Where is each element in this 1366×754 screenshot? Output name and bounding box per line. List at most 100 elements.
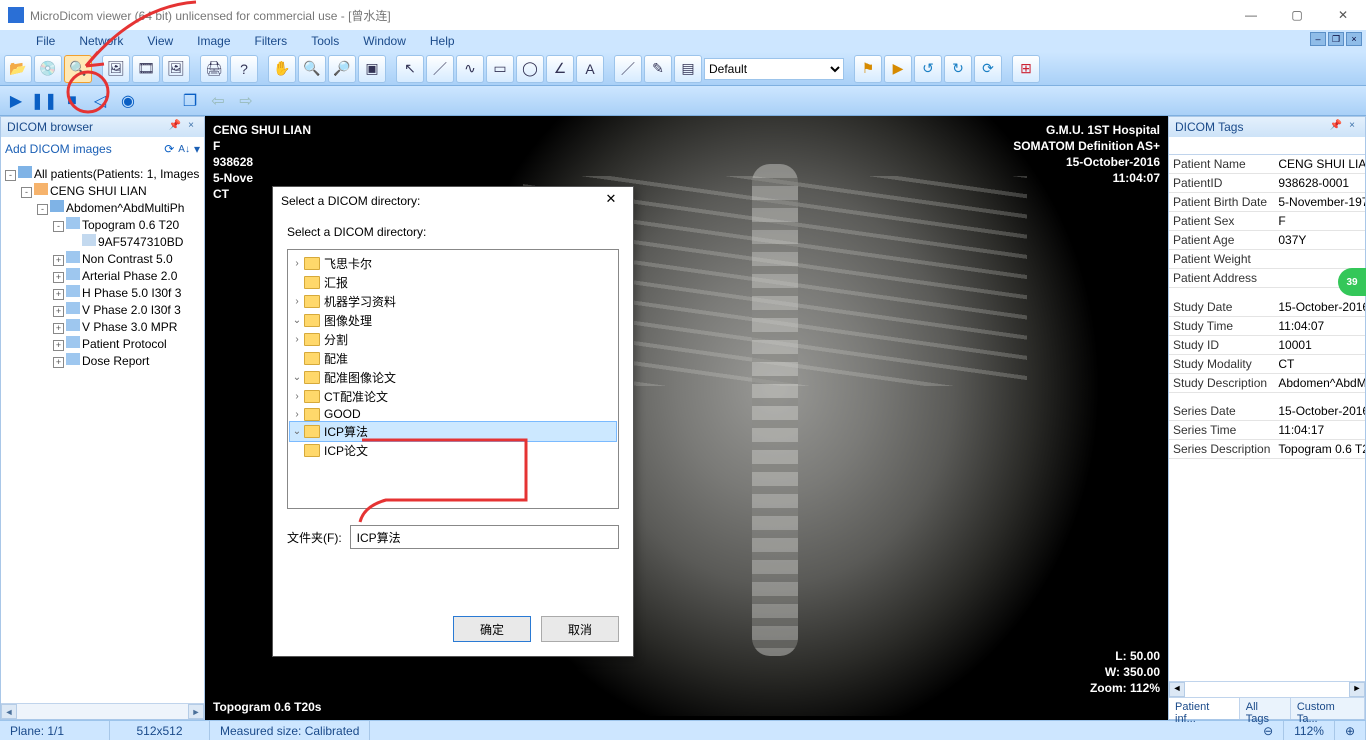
- tag-row[interactable]: Study ModalityCT: [1169, 354, 1365, 373]
- pencil-icon[interactable]: ✎: [644, 55, 672, 83]
- probe-icon[interactable]: ／: [614, 55, 642, 83]
- image-icon[interactable]: 🖼: [102, 55, 130, 83]
- flag-icon[interactable]: ⚑: [854, 55, 882, 83]
- tree-node[interactable]: -Topogram 0.6 T20: [3, 216, 202, 233]
- tag-row[interactable]: Patient SexF: [1169, 212, 1365, 231]
- tree-node[interactable]: 9AF5747310BD: [3, 233, 202, 250]
- pin-icon[interactable]: 📌: [1329, 120, 1343, 134]
- tag-row[interactable]: Patient Weight: [1169, 250, 1365, 269]
- folder-node[interactable]: ⌄配准图像论文: [290, 368, 616, 387]
- series-icon[interactable]: ❐: [178, 89, 202, 113]
- preset-edit-icon[interactable]: ▤: [674, 55, 702, 83]
- ellipse-icon[interactable]: ◯: [516, 55, 544, 83]
- add-images-button[interactable]: Add DICOM images: [5, 142, 112, 156]
- mdi-close[interactable]: ×: [1346, 32, 1362, 46]
- hand-icon[interactable]: ✋: [268, 55, 296, 83]
- tree-node[interactable]: +V Phase 3.0 MPR: [3, 318, 202, 335]
- rect-icon[interactable]: ▭: [486, 55, 514, 83]
- menu-image[interactable]: Image: [187, 32, 240, 50]
- menu-network[interactable]: Network: [69, 32, 133, 50]
- refresh-icon[interactable]: ⟳: [164, 142, 174, 156]
- folder-node[interactable]: 配准: [290, 349, 616, 368]
- export-icon[interactable]: 🖼: [162, 55, 190, 83]
- text-icon[interactable]: A: [576, 55, 604, 83]
- menu-view[interactable]: View: [137, 32, 183, 50]
- menu-help[interactable]: Help: [420, 32, 465, 50]
- tree-node[interactable]: -CENG SHUI LIAN: [3, 182, 202, 199]
- menu-filters[interactable]: Filters: [245, 32, 298, 50]
- tree-node[interactable]: +Patient Protocol: [3, 335, 202, 352]
- tab-all-tags[interactable]: All Tags: [1240, 698, 1291, 719]
- folder-tree[interactable]: ›飞思卡尔汇报›机器学习资料⌄图像处理›分割配准⌄配准图像论文›CT配准论文›G…: [287, 249, 619, 509]
- mdi-restore[interactable]: ❐: [1328, 32, 1344, 46]
- preset-select[interactable]: Default: [704, 58, 844, 80]
- tree-node[interactable]: +Arterial Phase 2.0: [3, 267, 202, 284]
- scan-directory-icon[interactable]: 🔍: [64, 55, 92, 83]
- tab-patient-info[interactable]: Patient inf...: [1169, 698, 1240, 719]
- tree-scrollbar[interactable]: ◄►: [1, 703, 204, 719]
- prev-frame-icon[interactable]: ◁: [88, 89, 112, 113]
- folder-node[interactable]: ⌄ICP算法: [290, 422, 616, 441]
- tree-node[interactable]: +V Phase 2.0 I30f 3: [3, 301, 202, 318]
- refresh-icon[interactable]: ⟳: [974, 55, 1002, 83]
- pause-icon[interactable]: ❚❚: [32, 89, 56, 113]
- tag-grid[interactable]: Patient NameCENG SHUI LIANPatientID93862…: [1169, 155, 1365, 681]
- close-button[interactable]: ✕: [1320, 0, 1366, 30]
- freehand-icon[interactable]: ∿: [456, 55, 484, 83]
- pointer-icon[interactable]: ↖: [396, 55, 424, 83]
- menu-window[interactable]: Window: [353, 32, 416, 50]
- folder-node[interactable]: ›飞思卡尔: [290, 254, 616, 273]
- tag-row[interactable]: Patient Address: [1169, 269, 1365, 288]
- maximize-button[interactable]: ▢: [1274, 0, 1320, 30]
- next-frame-icon[interactable]: ◉: [116, 89, 140, 113]
- tag-row[interactable]: Patient Birth Date5-November-1978: [1169, 193, 1365, 212]
- help-icon[interactable]: ?: [230, 55, 258, 83]
- line-icon[interactable]: ／: [426, 55, 454, 83]
- tree-node[interactable]: +H Phase 5.0 I30f 3: [3, 284, 202, 301]
- tag-row[interactable]: Series DescriptionTopogram 0.6 T2: [1169, 440, 1365, 459]
- zoom-in-icon[interactable]: ⊕: [1335, 721, 1366, 740]
- sort-icon[interactable]: A↓: [178, 144, 190, 155]
- zoom-region-icon[interactable]: 🔎: [328, 55, 356, 83]
- panel-close-icon[interactable]: ×: [1345, 120, 1359, 134]
- menu-tools[interactable]: Tools: [301, 32, 349, 50]
- tree-node[interactable]: -Abdomen^AbdMultiPh: [3, 199, 202, 216]
- play2-icon[interactable]: ▶: [884, 55, 912, 83]
- tree-node[interactable]: +Dose Report: [3, 352, 202, 369]
- tag-row[interactable]: Series Time11:04:17: [1169, 421, 1365, 440]
- tag-row[interactable]: PatientID938628-0001: [1169, 174, 1365, 193]
- tab-custom-tags[interactable]: Custom Ta...: [1291, 698, 1365, 719]
- tag-row[interactable]: Study Date15-October-2016: [1169, 298, 1365, 317]
- stop-icon[interactable]: ■: [60, 89, 84, 113]
- mdi-minimize[interactable]: –: [1310, 32, 1326, 46]
- dropdown-icon[interactable]: ▾: [194, 142, 200, 156]
- play-icon[interactable]: ▶: [4, 89, 28, 113]
- folder-node[interactable]: ICP论文: [290, 441, 616, 460]
- back-icon[interactable]: ⇦: [206, 89, 230, 113]
- panel-close-icon[interactable]: ×: [184, 120, 198, 134]
- open-cd-icon[interactable]: 💿: [34, 55, 62, 83]
- tree-node[interactable]: -All patients(Patients: 1, Images: [3, 165, 202, 182]
- folder-node[interactable]: ⌄图像处理: [290, 311, 616, 330]
- minimize-button[interactable]: —: [1228, 0, 1274, 30]
- tag-row[interactable]: Patient NameCENG SHUI LIAN: [1169, 155, 1365, 174]
- tag-row[interactable]: Study DescriptionAbdomen^AbdM: [1169, 373, 1365, 392]
- print-icon[interactable]: 🖨: [200, 55, 228, 83]
- rotate-cw-icon[interactable]: ↻: [944, 55, 972, 83]
- folder-node[interactable]: ›机器学习资料: [290, 292, 616, 311]
- tag-row[interactable]: Series Date15-October-2016: [1169, 402, 1365, 421]
- dialog-close-icon[interactable]: ✕: [597, 191, 625, 211]
- fit-icon[interactable]: ▣: [358, 55, 386, 83]
- angle-icon[interactable]: ∠: [546, 55, 574, 83]
- folder-field-input[interactable]: [350, 525, 619, 549]
- video-icon[interactable]: 🎞: [132, 55, 160, 83]
- folder-node[interactable]: ›GOOD: [290, 406, 616, 422]
- pin-icon[interactable]: 📌: [168, 120, 182, 134]
- open-folder-icon[interactable]: 📂: [4, 55, 32, 83]
- tree-node[interactable]: +Non Contrast 5.0: [3, 250, 202, 267]
- tag-row[interactable]: Study Time11:04:07: [1169, 316, 1365, 335]
- folder-node[interactable]: ›分割: [290, 330, 616, 349]
- ok-button[interactable]: 确定: [453, 616, 531, 642]
- rotate-ccw-icon[interactable]: ↺: [914, 55, 942, 83]
- menu-file[interactable]: File: [26, 32, 65, 50]
